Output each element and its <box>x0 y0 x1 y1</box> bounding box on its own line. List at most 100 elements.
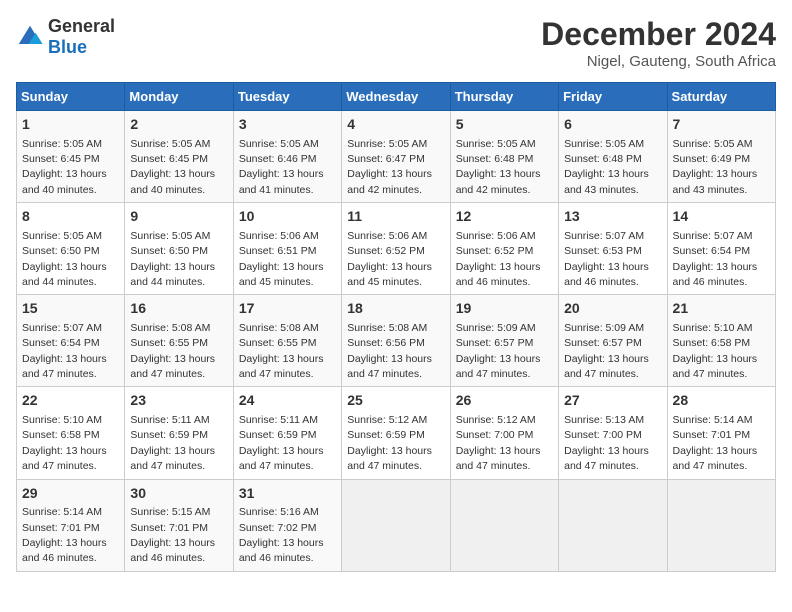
day-info: Sunrise: 5:06 AM Sunset: 6:51 PM Dayligh… <box>239 230 324 288</box>
main-title: December 2024 <box>541 16 776 53</box>
calendar-cell: 13Sunrise: 5:07 AM Sunset: 6:53 PM Dayli… <box>559 203 667 295</box>
day-number: 17 <box>239 299 336 319</box>
calendar-table: SundayMondayTuesdayWednesdayThursdayFrid… <box>16 82 776 572</box>
day-number: 5 <box>456 115 553 135</box>
day-info: Sunrise: 5:05 AM Sunset: 6:45 PM Dayligh… <box>22 138 107 196</box>
header-cell-thursday: Thursday <box>450 83 558 111</box>
calendar-cell: 28 Sunrise: 5:14 AM Sunset: 7:01 PM Dayli… <box>667 387 775 479</box>
title-block: December 2024 Nigel, Gauteng, South Afri… <box>541 16 776 70</box>
day-info: Sunrise: 5:08 AM Sunset: 6:55 PM Dayligh… <box>239 322 324 380</box>
calendar-cell: 10 Sunrise: 5:06 AM Sunset: 6:51 PM Dayli… <box>233 203 341 295</box>
day-number: 19 <box>456 299 553 319</box>
header-row: SundayMondayTuesdayWednesdayThursdayFrid… <box>17 83 776 111</box>
logo-blue: Blue <box>48 37 87 57</box>
calendar-cell: 7Sunrise: 5:05 AM Sunset: 6:49 PM Daylig… <box>667 111 775 203</box>
day-number: 27 <box>564 391 661 411</box>
day-info: Sunrise: 5:05 AM Sunset: 6:50 PM Dayligh… <box>130 230 215 288</box>
day-number: 8 <box>22 207 119 227</box>
logo[interactable]: General Blue <box>16 16 115 58</box>
day-number: 30 <box>130 484 227 504</box>
week-row-4: 22 Sunrise: 5:10 AM Sunset: 6:58 PM Dayli… <box>17 387 776 479</box>
calendar-cell: 21Sunrise: 5:10 AM Sunset: 6:58 PM Dayli… <box>667 295 775 387</box>
calendar-header: SundayMondayTuesdayWednesdayThursdayFrid… <box>17 83 776 111</box>
calendar-cell: 16Sunrise: 5:08 AM Sunset: 6:55 PM Dayli… <box>125 295 233 387</box>
day-number: 20 <box>564 299 661 319</box>
calendar-cell <box>559 479 667 571</box>
day-info: Sunrise: 5:05 AM Sunset: 6:46 PM Dayligh… <box>239 138 324 196</box>
logo-general: General <box>48 16 115 36</box>
day-number: 22 <box>22 391 119 411</box>
day-info: Sunrise: 5:12 AM Sunset: 7:00 PM Dayligh… <box>456 414 541 472</box>
calendar-cell: 8 Sunrise: 5:05 AM Sunset: 6:50 PM Daylig… <box>17 203 125 295</box>
day-info: Sunrise: 5:09 AM Sunset: 6:57 PM Dayligh… <box>564 322 649 380</box>
calendar-cell: 23 Sunrise: 5:11 AM Sunset: 6:59 PM Dayli… <box>125 387 233 479</box>
calendar-body: 1 Sunrise: 5:05 AM Sunset: 6:45 PM Daylig… <box>17 111 776 572</box>
day-info: Sunrise: 5:15 AM Sunset: 7:01 PM Dayligh… <box>130 506 215 564</box>
calendar-cell: 3 Sunrise: 5:05 AM Sunset: 6:46 PM Daylig… <box>233 111 341 203</box>
logo-icon <box>16 23 44 51</box>
day-number: 10 <box>239 207 336 227</box>
calendar-cell: 29Sunrise: 5:14 AM Sunset: 7:01 PM Dayli… <box>17 479 125 571</box>
day-number: 15 <box>22 299 119 319</box>
day-info: Sunrise: 5:16 AM Sunset: 7:02 PM Dayligh… <box>239 506 324 564</box>
calendar-cell: 17 Sunrise: 5:08 AM Sunset: 6:55 PM Dayli… <box>233 295 341 387</box>
day-number: 13 <box>564 207 661 227</box>
calendar-cell: 5 Sunrise: 5:05 AM Sunset: 6:48 PM Daylig… <box>450 111 558 203</box>
calendar-cell: 6Sunrise: 5:05 AM Sunset: 6:48 PM Daylig… <box>559 111 667 203</box>
calendar-cell: 24Sunrise: 5:11 AM Sunset: 6:59 PM Dayli… <box>233 387 341 479</box>
calendar-cell: 4 Sunrise: 5:05 AM Sunset: 6:47 PM Daylig… <box>342 111 450 203</box>
calendar-cell: 20 Sunrise: 5:09 AM Sunset: 6:57 PM Dayli… <box>559 295 667 387</box>
day-info: Sunrise: 5:05 AM Sunset: 6:50 PM Dayligh… <box>22 230 107 288</box>
calendar-cell: 25Sunrise: 5:12 AM Sunset: 6:59 PM Dayli… <box>342 387 450 479</box>
day-info: Sunrise: 5:11 AM Sunset: 6:59 PM Dayligh… <box>130 414 215 472</box>
header-cell-sunday: Sunday <box>17 83 125 111</box>
day-number: 26 <box>456 391 553 411</box>
day-info: Sunrise: 5:05 AM Sunset: 6:49 PM Dayligh… <box>673 138 758 196</box>
day-number: 16 <box>130 299 227 319</box>
calendar-cell: 26 Sunrise: 5:12 AM Sunset: 7:00 PM Dayli… <box>450 387 558 479</box>
day-info: Sunrise: 5:06 AM Sunset: 6:52 PM Dayligh… <box>347 230 432 288</box>
day-number: 2 <box>130 115 227 135</box>
day-number: 29 <box>22 484 119 504</box>
day-number: 4 <box>347 115 444 135</box>
day-number: 23 <box>130 391 227 411</box>
day-info: Sunrise: 5:05 AM Sunset: 6:47 PM Dayligh… <box>347 138 432 196</box>
day-number: 1 <box>22 115 119 135</box>
day-info: Sunrise: 5:14 AM Sunset: 7:01 PM Dayligh… <box>673 414 758 472</box>
day-number: 3 <box>239 115 336 135</box>
day-number: 11 <box>347 207 444 227</box>
calendar-cell: 2Sunrise: 5:05 AM Sunset: 6:45 PM Daylig… <box>125 111 233 203</box>
week-row-5: 29Sunrise: 5:14 AM Sunset: 7:01 PM Dayli… <box>17 479 776 571</box>
day-info: Sunrise: 5:09 AM Sunset: 6:57 PM Dayligh… <box>456 322 541 380</box>
day-info: Sunrise: 5:07 AM Sunset: 6:54 PM Dayligh… <box>673 230 758 288</box>
day-info: Sunrise: 5:06 AM Sunset: 6:52 PM Dayligh… <box>456 230 541 288</box>
header-cell-tuesday: Tuesday <box>233 83 341 111</box>
calendar-cell: 1 Sunrise: 5:05 AM Sunset: 6:45 PM Daylig… <box>17 111 125 203</box>
calendar-cell: 30Sunrise: 5:15 AM Sunset: 7:01 PM Dayli… <box>125 479 233 571</box>
calendar-cell <box>450 479 558 571</box>
day-number: 14 <box>673 207 770 227</box>
day-info: Sunrise: 5:10 AM Sunset: 6:58 PM Dayligh… <box>22 414 107 472</box>
day-number: 31 <box>239 484 336 504</box>
calendar-cell: 31Sunrise: 5:16 AM Sunset: 7:02 PM Dayli… <box>233 479 341 571</box>
day-info: Sunrise: 5:05 AM Sunset: 6:48 PM Dayligh… <box>564 138 649 196</box>
calendar-cell: 11 Sunrise: 5:06 AM Sunset: 6:52 PM Dayli… <box>342 203 450 295</box>
calendar-cell <box>667 479 775 571</box>
calendar-cell: 19 Sunrise: 5:09 AM Sunset: 6:57 PM Dayli… <box>450 295 558 387</box>
day-info: Sunrise: 5:12 AM Sunset: 6:59 PM Dayligh… <box>347 414 432 472</box>
header-cell-wednesday: Wednesday <box>342 83 450 111</box>
week-row-1: 1 Sunrise: 5:05 AM Sunset: 6:45 PM Daylig… <box>17 111 776 203</box>
week-row-3: 15 Sunrise: 5:07 AM Sunset: 6:54 PM Dayli… <box>17 295 776 387</box>
day-info: Sunrise: 5:08 AM Sunset: 6:56 PM Dayligh… <box>347 322 432 380</box>
calendar-cell <box>342 479 450 571</box>
page-header: General Blue December 2024 Nigel, Gauten… <box>16 16 776 70</box>
day-info: Sunrise: 5:10 AM Sunset: 6:58 PM Dayligh… <box>673 322 758 380</box>
day-info: Sunrise: 5:05 AM Sunset: 6:48 PM Dayligh… <box>456 138 541 196</box>
day-number: 28 <box>673 391 770 411</box>
day-number: 12 <box>456 207 553 227</box>
day-number: 18 <box>347 299 444 319</box>
day-info: Sunrise: 5:07 AM Sunset: 6:54 PM Dayligh… <box>22 322 107 380</box>
calendar-cell: 12 Sunrise: 5:06 AM Sunset: 6:52 PM Dayli… <box>450 203 558 295</box>
calendar-cell: 14 Sunrise: 5:07 AM Sunset: 6:54 PM Dayli… <box>667 203 775 295</box>
day-number: 24 <box>239 391 336 411</box>
